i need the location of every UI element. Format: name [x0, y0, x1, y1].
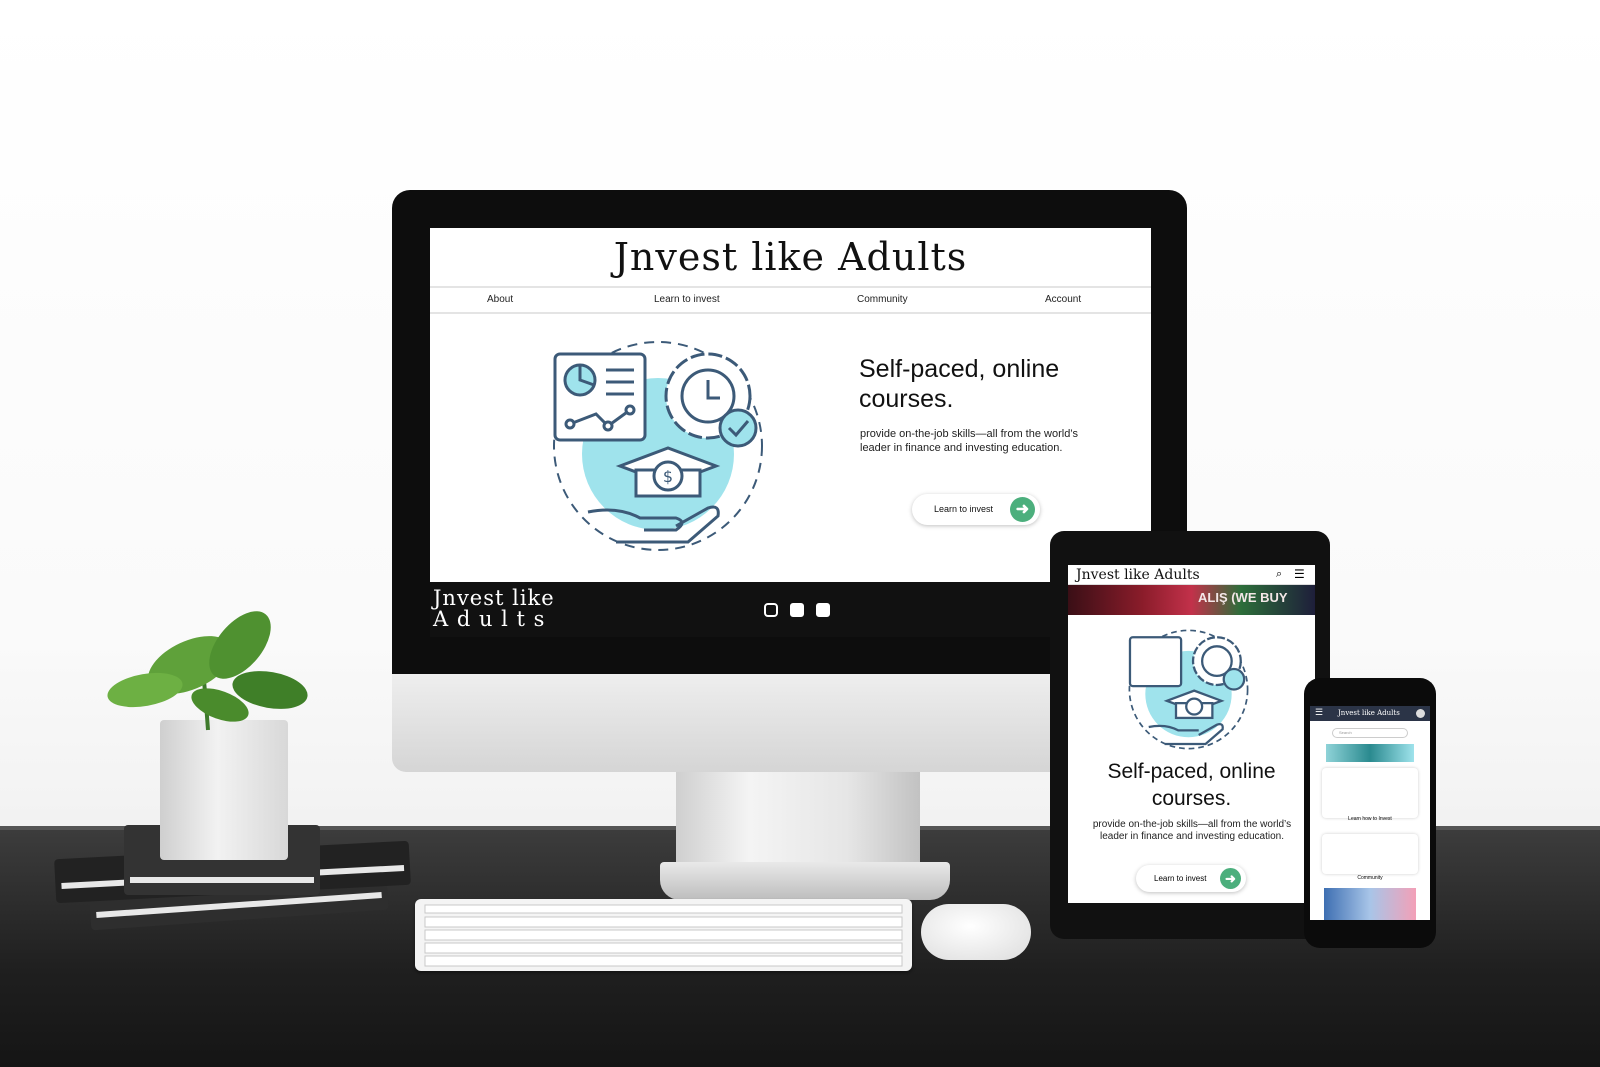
phone-card-learn[interactable]: [1322, 768, 1418, 818]
svg-text:$: $: [663, 467, 673, 486]
nav-learn-to-invest[interactable]: Learn to invest: [654, 294, 720, 305]
learn-to-invest-label: Learn to invest: [934, 504, 994, 514]
phone-header: ☰ Jnvest like Adults: [1310, 706, 1430, 721]
banner-text: ALIŞ (WE BUY: [1198, 590, 1288, 605]
hero-heading: Self-paced, online courses.: [859, 355, 1060, 413]
tablet-learn-to-invest-button[interactable]: Learn to invest ➜: [1136, 865, 1246, 892]
keyboard: [415, 899, 912, 971]
keyboard-keys: [424, 904, 903, 967]
tablet-illustration: [1128, 629, 1249, 750]
site-footer: Jnvest like A d u l t s: [430, 582, 1151, 637]
monitor-foot: [660, 862, 950, 900]
arrow-right-icon: ➜: [1010, 497, 1035, 522]
nav-about[interactable]: About: [487, 294, 513, 305]
nav-account[interactable]: Account: [1045, 294, 1081, 305]
menu-icon[interactable]: ☰: [1315, 707, 1323, 718]
tablet-hero-heading: Self-paced, online courses.: [1107, 760, 1276, 810]
phone-card-community[interactable]: [1322, 834, 1418, 874]
tablet-screen: Jnvest like Adults ⌕ ☰ ALIŞ (WE BUY Self…: [1068, 565, 1315, 903]
site-title[interactable]: Jnvest like Adults: [430, 228, 1151, 285]
instagram-icon[interactable]: [764, 603, 778, 617]
phone-search-input[interactable]: Search: [1332, 728, 1408, 738]
arrow-right-icon: ➜: [1220, 868, 1241, 889]
phone-screen: ☰ Jnvest like Adults Search Learn how to…: [1310, 706, 1430, 920]
nav-community[interactable]: Community: [857, 294, 908, 305]
desktop-screen: Jnvest like Adults About Learn to invest…: [430, 228, 1151, 637]
education-finance-illustration: $: [553, 341, 763, 551]
main-nav: About Learn to invest Community Account: [430, 286, 1151, 314]
monitor-stand: [676, 772, 920, 870]
menu-icon[interactable]: ☰: [1294, 567, 1305, 581]
tablet-hero-text: provide on-the-job skills—all from the w…: [1092, 819, 1292, 842]
plant-pot: [160, 720, 288, 860]
phone-site-title[interactable]: Jnvest like Adults: [1338, 709, 1400, 717]
phone-card-image[interactable]: [1324, 888, 1416, 920]
mouse: [921, 904, 1031, 960]
footer-logo[interactable]: Jnvest like A d u l t s: [433, 588, 573, 630]
tablet-banner: ALIŞ (WE BUY: [1068, 585, 1315, 615]
search-icon[interactable]: ⌕: [1276, 568, 1282, 581]
tablet-header: Jnvest like Adults ⌕ ☰: [1068, 565, 1315, 585]
learn-to-invest-button[interactable]: Learn to invest ➜: [912, 494, 1040, 525]
plant-leaves: [107, 611, 308, 731]
twitter-icon[interactable]: [816, 603, 830, 617]
hero-text: provide on-the-job skills—all from the w…: [860, 428, 1079, 454]
phone-banner: [1326, 744, 1414, 762]
footer-logo-line2: A d u l t s: [433, 607, 546, 631]
tablet-learn-to-invest-label: Learn to invest: [1154, 874, 1207, 883]
tablet-site-title[interactable]: Jnvest like Adults: [1076, 567, 1200, 583]
phone-card-community-label: Community: [1357, 875, 1383, 881]
phone-card-learn-label: Learn how to Invest: [1348, 816, 1392, 822]
facebook-icon[interactable]: [790, 603, 804, 617]
footer-logo-line1: Jnvest like: [433, 586, 555, 610]
avatar[interactable]: [1416, 709, 1425, 718]
